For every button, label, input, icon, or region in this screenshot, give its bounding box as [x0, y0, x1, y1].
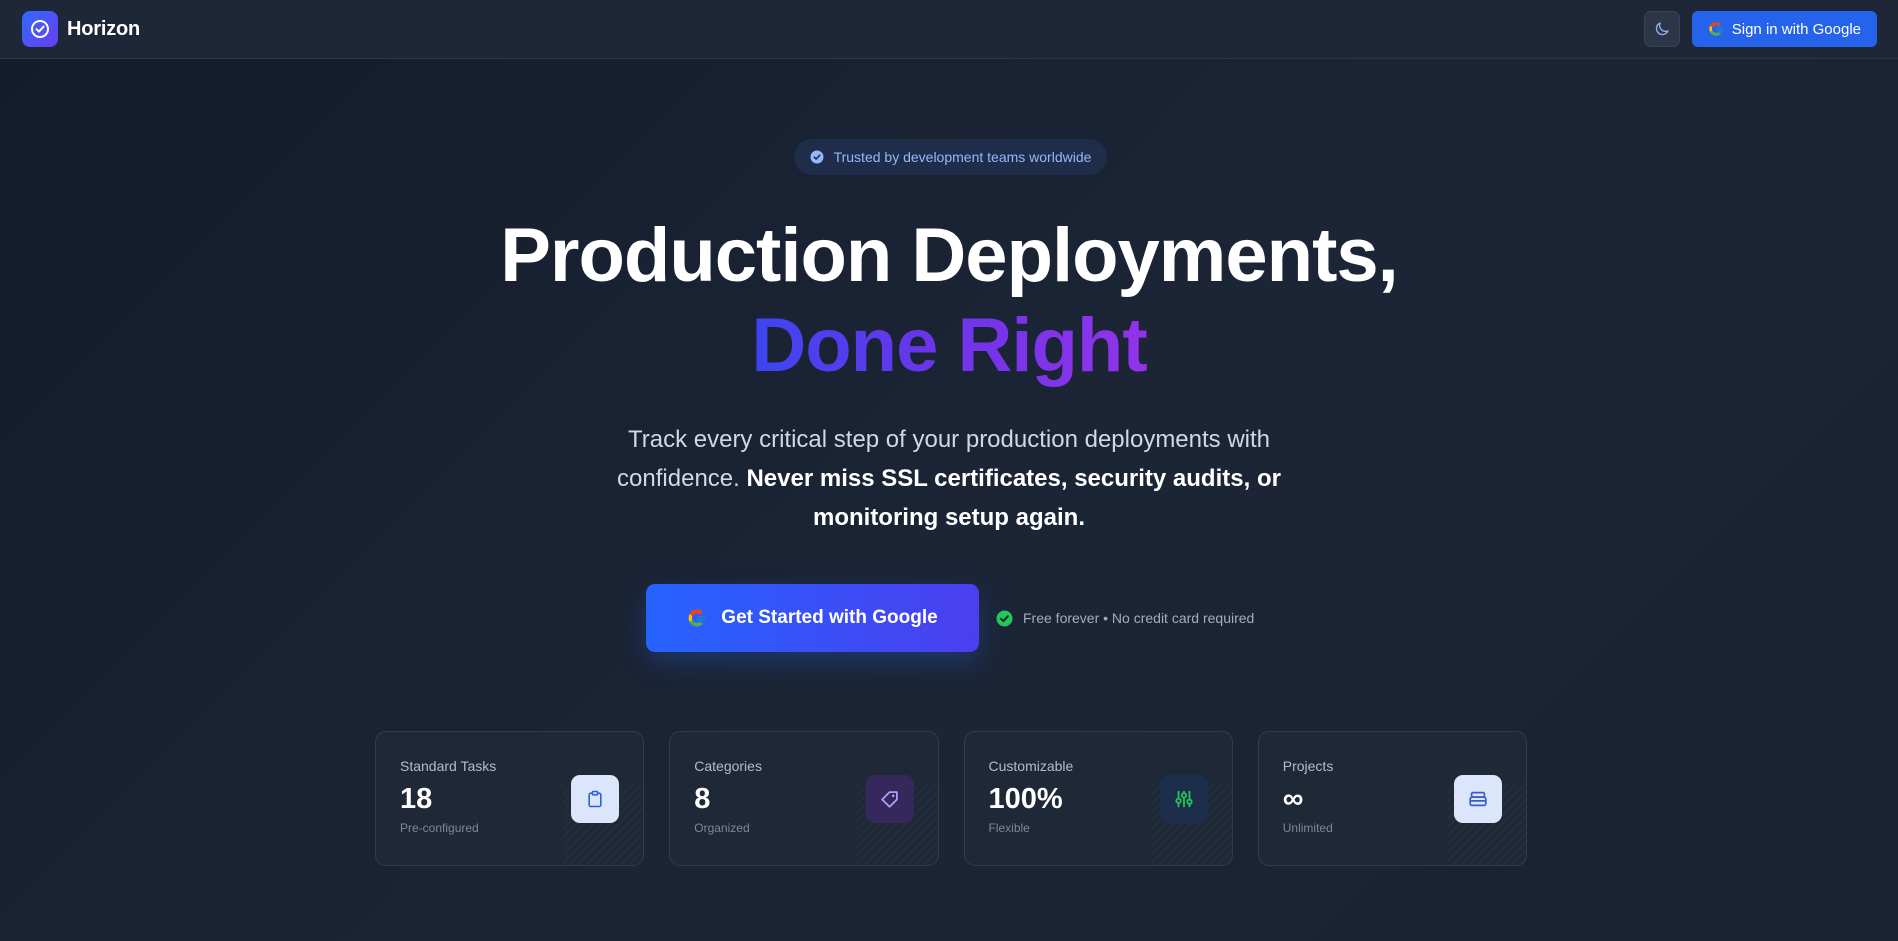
google-g-icon: [1709, 22, 1723, 36]
trust-badge-text: Trusted by development teams worldwide: [833, 149, 1092, 165]
get-started-label: Get Started with Google: [721, 607, 938, 628]
google-g-icon: [688, 609, 706, 627]
free-note: Free forever • No credit card required: [996, 607, 1254, 629]
hero-title-line1: Production Deployments,: [500, 213, 1399, 298]
layers-icon: [1454, 775, 1502, 823]
check-circle-icon: [996, 609, 1013, 627]
check-circle-logo-icon: [22, 11, 58, 47]
top-navbar: Horizon Sign in with Google: [0, 0, 1898, 59]
hero-title-line2: Done Right: [0, 302, 1898, 390]
trust-badge: Trusted by development teams worldwide: [794, 139, 1107, 175]
brand[interactable]: Horizon: [22, 11, 140, 47]
stat-caption: Flexible: [988, 821, 1030, 835]
hero-subtitle-bold: Never miss SSL certificates, security au…: [746, 465, 1281, 531]
stat-caption: Pre-configured: [400, 821, 479, 835]
stats-row: Standard Tasks 18 Pre-configured Categor…: [375, 731, 1527, 866]
tag-icon: [865, 775, 914, 823]
stat-caption: Unlimited: [1282, 821, 1333, 835]
check-badge-icon: [810, 150, 824, 164]
moon-icon: [1655, 22, 1669, 36]
stat-card-standard-tasks: Standard Tasks 18 Pre-configured: [375, 731, 645, 866]
brand-name: Horizon: [67, 17, 141, 40]
nav-sign-in-google-button[interactable]: Sign in with Google: [1691, 11, 1877, 47]
free-note-text: Free forever • No credit card required: [1023, 610, 1255, 626]
get-started-google-button[interactable]: Get Started with Google: [646, 584, 979, 652]
clipboard-icon: [571, 775, 620, 823]
nav-actions: Sign in with Google: [1643, 11, 1877, 47]
stat-card-projects: Projects ∞ Unlimited: [1257, 731, 1527, 866]
stat-label: Customizable: [988, 758, 1074, 774]
stat-label: Categories: [694, 758, 762, 774]
stat-card-customizable: Customizable 100% Flexible: [963, 731, 1233, 866]
nav-sign-in-label: Sign in with Google: [1731, 20, 1861, 38]
stat-label: Projects: [1282, 758, 1334, 774]
stat-label: Standard Tasks: [400, 758, 497, 774]
hero-title-highlight: Done Right: [751, 303, 1147, 388]
hero-subtitle: Track every critical step of your produc…: [599, 420, 1299, 537]
sliders-icon: [1159, 775, 1208, 823]
stat-card-categories: Categories 8 Organized: [669, 731, 939, 866]
stat-caption: Organized: [694, 821, 750, 835]
theme-toggle-button[interactable]: [1643, 11, 1680, 47]
